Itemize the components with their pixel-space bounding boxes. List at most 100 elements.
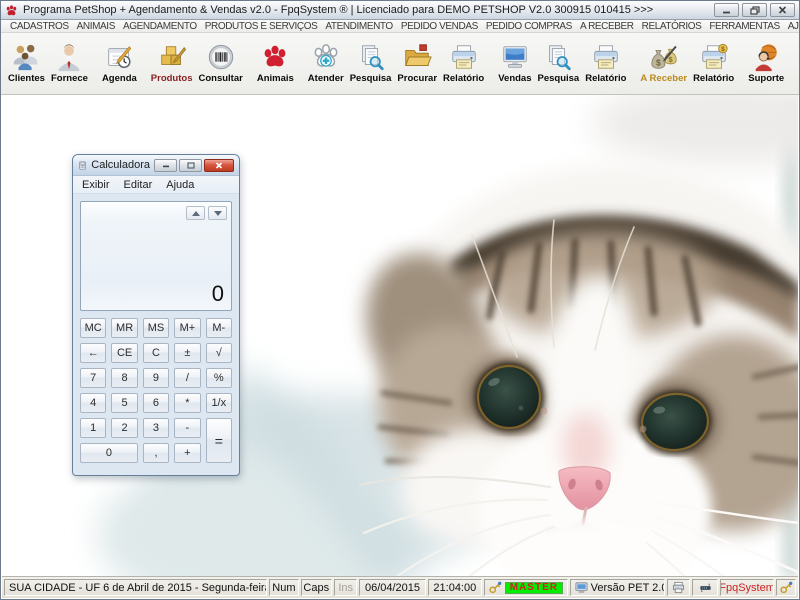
status-location-text: SUA CIDADE - UF 6 de Abril de 2015 - Seg… (9, 581, 268, 594)
calculator-display-value: 0 (211, 281, 224, 306)
toolbar-suporte-button[interactable]: Suporte (745, 40, 787, 87)
toolbar-fornecedor-button[interactable]: Fornece (48, 40, 91, 87)
calc-menu-editar[interactable]: Editar (118, 179, 159, 191)
toolbar-a-receber-button[interactable]: $ $ A Receber (637, 40, 690, 87)
key-3[interactable]: 3 (142, 418, 170, 438)
menu-ferramentas[interactable]: FERRAMENTAS (705, 20, 783, 32)
key-c[interactable]: C (142, 343, 170, 363)
toolbar-pesquisa-vendas-button[interactable]: Pesquisa (535, 40, 583, 87)
key-equals[interactable]: = (205, 418, 232, 463)
key-5[interactable]: 5 (111, 393, 138, 413)
toolbar-pesquisa-atendimento-button[interactable]: Pesquisa (347, 40, 395, 87)
toolbar-consultar-button[interactable]: Consultar (195, 40, 245, 87)
history-down-button[interactable] (208, 206, 227, 220)
key-reciprocal[interactable]: 1/x (205, 393, 232, 413)
key-mminus[interactable]: M- (205, 318, 232, 338)
toolbar-clientes-button[interactable]: Clientes (5, 40, 48, 87)
content-area: Calculadora Exibir Editar Ajuda 0 MC MR … (2, 95, 798, 578)
insert-indicator: Ins (338, 581, 354, 594)
toolbar-label: Produtos (150, 73, 193, 84)
calculator-titlebar: Calculadora (73, 155, 239, 176)
toolbar-procurar-button[interactable]: Procurar (394, 40, 440, 87)
key-sqrt[interactable]: √ (205, 343, 232, 363)
products-icon (160, 46, 186, 65)
key-divide[interactable]: / (174, 368, 201, 388)
key-minus[interactable]: - (174, 418, 201, 438)
time-value: 21:04:00 (433, 581, 477, 594)
calc-menu-exibir[interactable]: Exibir (76, 179, 116, 191)
status-location: SUA CIDADE - UF 6 de Abril de 2015 - Seg… (4, 579, 268, 596)
version-text: Versão PET 2.0 (590, 581, 665, 594)
close-button[interactable] (770, 3, 795, 17)
toolbar-label: Procurar (397, 73, 438, 84)
menu-relatorios[interactable]: RELATÓRIOS (638, 20, 706, 32)
menu-cadastros[interactable]: CADASTROS (6, 20, 73, 32)
key-9[interactable]: 9 (142, 368, 170, 388)
printer-money-icon: $ (699, 43, 728, 72)
toolbar-label: Clientes (8, 73, 45, 84)
calc-close-button[interactable] (204, 158, 234, 172)
toolbar-relatorio-atendimento-button[interactable]: Relatório (440, 40, 487, 87)
key-ms[interactable]: MS (142, 318, 170, 338)
calculator-title: Calculadora (91, 159, 150, 171)
key-mplus[interactable]: M+ (174, 318, 201, 338)
menu-produtos-servicos[interactable]: PRODUTOS E SERVIÇOS (201, 20, 322, 32)
toolbar-atender-button[interactable]: Atender (305, 40, 347, 87)
toolbar-animais-button[interactable]: Animais (254, 40, 297, 87)
toolbar-label: Suporte (748, 73, 785, 84)
key-mc[interactable]: MC (80, 318, 107, 338)
minimize-button[interactable] (714, 3, 739, 17)
key-8[interactable]: 8 (111, 368, 138, 388)
triangle-down-icon (213, 210, 222, 216)
svg-text:$: $ (721, 46, 725, 53)
calculator-keypad: MC MR MS M+ M- ← CE C ± √ 7 8 9 / % 4 5 (80, 318, 232, 463)
toolbar-label: Pesquisa (537, 73, 580, 84)
menu-atendimento[interactable]: ATENDIMENTO (321, 20, 396, 32)
menu-animais[interactable]: ANIMAIS (73, 20, 119, 32)
key-multiply[interactable]: * (174, 393, 201, 413)
calc-menu-ajuda[interactable]: Ajuda (160, 179, 200, 191)
key-mr[interactable]: MR (111, 318, 138, 338)
key-comma[interactable]: , (142, 443, 170, 463)
key-plusminus[interactable]: ± (174, 343, 201, 363)
toolbar-exit-button[interactable]: EXIT (795, 45, 799, 82)
key-6[interactable]: 6 (142, 393, 170, 413)
toolbar: Clientes Fornece Agenda Produtos Consult… (1, 33, 799, 95)
triangle-up-icon (191, 210, 200, 216)
menu-ajuda[interactable]: AJUDA (784, 20, 799, 32)
key-ce[interactable]: CE (111, 343, 138, 363)
printer-icon (449, 42, 479, 72)
history-up-button[interactable] (186, 206, 205, 220)
toolbar-label: Fornece (50, 73, 88, 84)
key-7[interactable]: 7 (80, 368, 107, 388)
toolbar-produtos-button[interactable]: Produtos (148, 40, 196, 87)
key-2[interactable]: 2 (111, 418, 138, 438)
key-1[interactable]: 1 (80, 418, 107, 438)
key-0[interactable]: 0 (80, 443, 138, 463)
key-4[interactable]: 4 (80, 393, 107, 413)
key-backspace[interactable]: ← (80, 343, 107, 363)
toolbar-relatorio-vendas-button[interactable]: Relatório (582, 40, 629, 87)
menu-agendamento[interactable]: AGENDAMENTO (119, 20, 201, 32)
barcode-icon (208, 44, 233, 70)
status-time: 21:04:00 (427, 579, 483, 596)
menu-a-receber[interactable]: A RECEBER (576, 20, 638, 32)
calc-maximize-button[interactable] (179, 158, 202, 172)
toolbar-agenda-button[interactable]: Agenda (99, 40, 140, 87)
key-plus[interactable]: + (174, 443, 201, 463)
brand-text: FpqSystem (719, 581, 775, 594)
toolbar-label: Atender (307, 73, 344, 84)
toolbar-vendas-button[interactable]: Vendas (495, 40, 534, 87)
key-percent[interactable]: % (205, 368, 232, 388)
num-lock-indicator: Num (272, 581, 296, 594)
menu-pedido-compras[interactable]: PEDIDO COMPRAS (482, 20, 576, 32)
status-num: Num (269, 579, 299, 596)
restore-button[interactable] (742, 3, 767, 17)
calc-minimize-button[interactable] (154, 158, 177, 172)
menu-pedido-vendas[interactable]: PEDIDO VENDAS (397, 20, 482, 32)
toolbar-label: Consultar (198, 73, 243, 84)
toolbar-relatorio-receber-button[interactable]: $ Relatório (690, 40, 737, 87)
toolbar-label: Relatório (585, 73, 627, 84)
printer-icon (672, 581, 685, 594)
calculator-display: 0 (80, 201, 232, 311)
